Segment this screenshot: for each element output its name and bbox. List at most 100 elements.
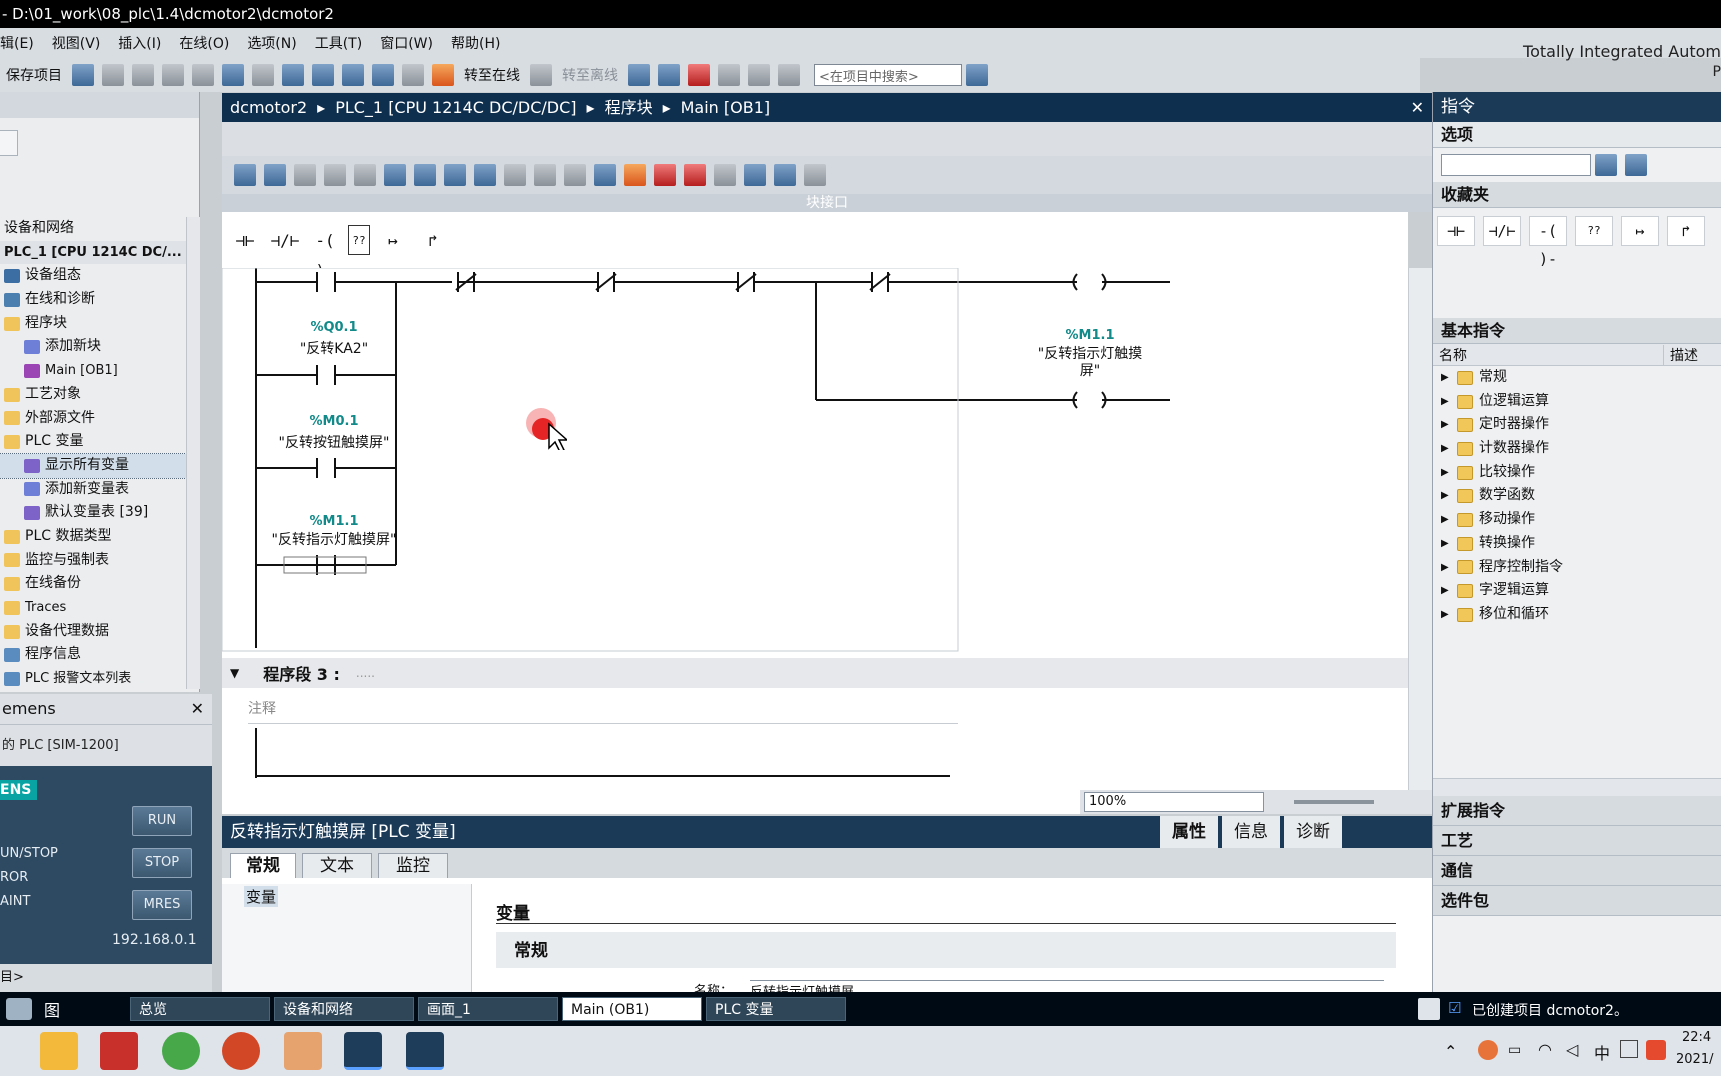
menu-help[interactable]: 帮助(H): [451, 33, 500, 53]
tree-item-show-all-tags[interactable]: 显示所有变量: [0, 452, 187, 479]
communication-section[interactable]: 通信: [1433, 856, 1721, 886]
tab-plc-tags[interactable]: PLC 变量: [706, 997, 846, 1021]
tree-item-devices-networks[interactable]: 设备和网络: [0, 217, 186, 241]
breadcrumb-program-blocks[interactable]: 程序块: [605, 93, 653, 122]
name-field[interactable]: 反转指示灯触摸屏: [750, 980, 1384, 992]
tab-general[interactable]: 常规: [230, 853, 296, 879]
network-3-header[interactable]: ▼ 程序段 3 : .....: [222, 658, 1408, 688]
collapse-icon[interactable]: ▼: [230, 666, 239, 680]
instruction-folder-math[interactable]: ▶ 数学函数: [1433, 484, 1721, 508]
keyboard-icon[interactable]: [1620, 1040, 1638, 1058]
menu-view[interactable]: 视图(V): [52, 33, 101, 53]
tab-devices-networks[interactable]: 设备和网络: [274, 997, 414, 1021]
open-branch-button[interactable]: ↦: [376, 225, 410, 255]
expand-icon[interactable]: [804, 164, 826, 186]
menu-options[interactable]: 选项(N): [247, 33, 296, 53]
split-vertical-icon[interactable]: [778, 64, 800, 86]
paste-icon[interactable]: [162, 64, 184, 86]
fav-open-branch[interactable]: ↦: [1621, 216, 1659, 246]
status-icon[interactable]: [1418, 998, 1440, 1020]
insert-network-icon[interactable]: [234, 164, 256, 186]
tree-item-program-info[interactable]: 程序信息: [0, 643, 186, 667]
tray-app-icon[interactable]: [1478, 1040, 1498, 1060]
simulation-icon[interactable]: [372, 64, 394, 86]
nc-contact-4[interactable]: [869, 272, 891, 292]
tree-item-default-tag-table[interactable]: 默认变量表 [39]: [0, 501, 186, 525]
coil-tag-name[interactable]: "反转指示灯触摸屏": [1030, 346, 1150, 380]
browser-icon[interactable]: [162, 1032, 200, 1070]
info-tab[interactable]: 信息: [1222, 816, 1280, 848]
instruction-folder-comparator[interactable]: ▶ 比较操作: [1433, 461, 1721, 485]
instruction-folder-bit-logic[interactable]: ▶ 位逻辑运算: [1433, 390, 1721, 414]
tree-item-alarm-text-lists[interactable]: PLC 报警文本列表: [0, 667, 186, 691]
tree-item-plc1[interactable]: PLC_1 [CPU 1214C DC/...: [0, 240, 186, 265]
menu-edit[interactable]: 辑(E): [0, 33, 34, 53]
powerpoint-icon[interactable]: [222, 1032, 260, 1070]
network-3-comment[interactable]: 注释: [248, 696, 958, 724]
tab-overview[interactable]: 总览: [130, 997, 270, 1021]
file-explorer-icon[interactable]: [40, 1032, 78, 1070]
favorites-icon[interactable]: [624, 164, 646, 186]
technology-section[interactable]: 工艺: [1433, 826, 1721, 856]
delete-network-icon[interactable]: [264, 164, 286, 186]
instruction-folder-program-control[interactable]: ▶ 程序控制指令: [1433, 556, 1721, 580]
tree-item-traces[interactable]: Traces: [0, 596, 186, 620]
print-icon[interactable]: [72, 64, 94, 86]
tree-item-program-blocks[interactable]: 程序块: [0, 312, 186, 336]
properties-tab[interactable]: 属性: [1160, 816, 1218, 848]
go-to-error-icon[interactable]: [504, 164, 526, 186]
breadcrumb-plc[interactable]: PLC_1 [CPU 1214C DC/DC/DC]: [335, 93, 576, 122]
options-section[interactable]: 选项: [1433, 122, 1721, 148]
break-icon[interactable]: [654, 164, 676, 186]
close-icon[interactable]: ✕: [1411, 93, 1424, 122]
tree-item-device-config[interactable]: 设备组态: [0, 264, 186, 288]
no-contact-button[interactable]: ⊣⊢: [228, 225, 262, 255]
coil-branch[interactable]: [1072, 391, 1107, 409]
tree-item-online-diagnostics[interactable]: 在线和诊断: [0, 288, 186, 312]
contact-tag-name[interactable]: "反转按钮触摸屏": [252, 432, 416, 452]
project-tab[interactable]: [0, 130, 18, 156]
chevron-up-icon[interactable]: ⌃: [1444, 1042, 1457, 1061]
delete-icon[interactable]: [192, 64, 214, 86]
close-icon[interactable]: ✕: [191, 694, 204, 724]
favorites-bar-icon[interactable]: [444, 164, 466, 186]
extended-instructions-section[interactable]: 扩展指令: [1433, 796, 1721, 826]
instruction-folder-conversion[interactable]: ▶ 转换操作: [1433, 532, 1721, 556]
inspector-nav-item[interactable]: 变量: [244, 886, 278, 907]
download-icon[interactable]: [312, 64, 334, 86]
fav-close-branch[interactable]: ↱: [1667, 216, 1705, 246]
zoom-slider[interactable]: [1294, 800, 1374, 804]
go-online-button[interactable]: 转至在线: [464, 65, 520, 85]
go-offline-button[interactable]: 转至离线: [562, 65, 618, 85]
start-cpu-icon[interactable]: [658, 64, 680, 86]
search-next-icon[interactable]: [1595, 154, 1617, 176]
paint-icon[interactable]: [284, 1032, 322, 1070]
instruction-folder-word-logic[interactable]: ▶ 字逻辑运算: [1433, 579, 1721, 603]
clock-date[interactable]: 2021/: [1676, 1052, 1713, 1067]
run-button[interactable]: RUN: [132, 806, 192, 836]
reload-icon[interactable]: [774, 164, 796, 186]
monitor-block-icon[interactable]: [714, 164, 736, 186]
nc-contact-1[interactable]: [455, 272, 477, 292]
tree-item-device-proxy-data[interactable]: 设备代理数据: [0, 620, 186, 644]
fav-no-contact[interactable]: ⊣⊢: [1437, 216, 1475, 246]
editor-vertical-scrollbar[interactable]: [1408, 268, 1432, 790]
project-search-input[interactable]: <在项目中搜索>: [814, 64, 962, 86]
monitoring-on-off-icon[interactable]: [744, 164, 766, 186]
comment-icon[interactable]: [474, 164, 496, 186]
fav-coil[interactable]: -( )-: [1529, 216, 1567, 268]
coil-top[interactable]: [1072, 273, 1107, 291]
project-tree-scrollbar[interactable]: [186, 217, 200, 689]
contact-tag-name[interactable]: "反转指示灯触摸屏": [262, 532, 406, 549]
block-interface-divider[interactable]: 块接口: [222, 194, 1432, 212]
basic-instructions-section[interactable]: 基本指令: [1433, 318, 1721, 344]
tree-item-watch-force-tables[interactable]: 监控与强制表: [0, 549, 186, 573]
tab-main-ob1[interactable]: Main (OB1): [562, 997, 702, 1021]
menu-tools[interactable]: 工具(T): [315, 33, 362, 53]
prev-error-icon[interactable]: [534, 164, 556, 186]
tab-monitor[interactable]: 监控: [378, 853, 448, 879]
upload-icon[interactable]: [342, 64, 364, 86]
navigation-icon[interactable]: [594, 164, 616, 186]
mres-button[interactable]: MRES: [132, 890, 192, 920]
plcsim-icon[interactable]: [406, 1032, 444, 1070]
